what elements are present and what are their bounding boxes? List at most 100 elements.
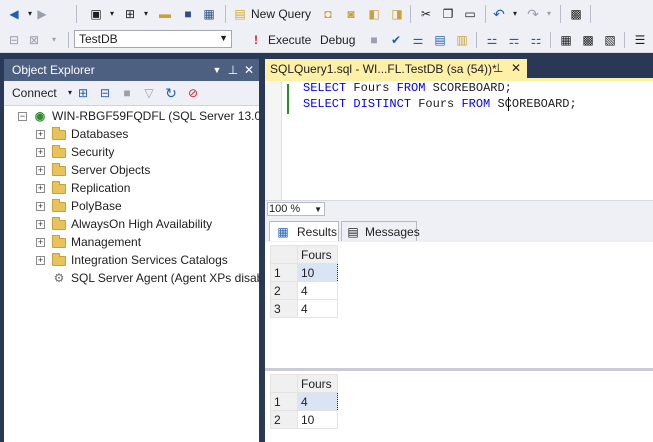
tab-title: SQLQuery1.sql - WI...FL.TestDB (sa (54))… (270, 62, 497, 76)
cell-value[interactable]: 10 (297, 410, 338, 429)
intellisense-icon[interactable]: ▥ (454, 32, 470, 48)
cell-value[interactable]: 4 (297, 299, 338, 318)
redo-dropdown-icon[interactable]: ▾ (541, 6, 557, 22)
forward-icon[interactable]: ▶ (34, 6, 50, 22)
folder-icon (52, 181, 66, 194)
tree-node-replication[interactable]: + Replication (4, 179, 259, 197)
stop-icon[interactable]: ■ (366, 32, 382, 48)
results-tabbar: ▦ Results ▤ Messages (265, 218, 653, 243)
expand-icon[interactable]: + (36, 184, 45, 193)
open-file-icon[interactable]: ▬ (157, 6, 173, 22)
redo-icon[interactable]: ↷ (525, 6, 541, 22)
cell-value[interactable]: 4 (297, 281, 338, 300)
connect-icon[interactable]: ⊟ (6, 32, 22, 48)
tree-node-alwayson[interactable]: + AlwaysOn High Availability (4, 215, 259, 233)
tree-node-security[interactable]: + Security (4, 143, 259, 161)
copy-icon[interactable]: ❐ (440, 6, 456, 22)
connect-explorer-icon[interactable]: ⊞ (75, 85, 91, 101)
table-row[interactable]: 3 4 (270, 299, 338, 318)
messages-icon: ▤ (347, 225, 359, 239)
back-icon[interactable]: ◀ (6, 6, 22, 22)
save-all-icon[interactable]: ▦ (201, 6, 217, 22)
folder-icon (52, 217, 66, 230)
comment-lines-icon[interactable]: ☰ (632, 32, 648, 48)
close-icon[interactable]: ✕ (241, 62, 257, 78)
tab-sqlquery1[interactable]: SQLQuery1.sql - WI...FL.TestDB (sa (54))… (265, 59, 527, 78)
new-query-label: New Query (251, 7, 312, 21)
collapse-icon[interactable]: − (18, 112, 27, 121)
expand-icon[interactable]: + (36, 220, 45, 229)
display-plan-icon[interactable]: ⚌ (410, 32, 426, 48)
results-grid-1: Fours 1 10 2 4 3 4 (270, 245, 338, 318)
save-icon[interactable]: ■ (180, 6, 196, 22)
expand-icon[interactable]: + (36, 148, 45, 157)
close-icon[interactable]: ✕ (511, 61, 521, 75)
undo-icon[interactable]: ↶ (491, 6, 507, 22)
cut-icon[interactable]: ✂ (418, 6, 434, 22)
expand-icon[interactable]: + (36, 166, 45, 175)
disconnect-icon[interactable]: ⊟ (97, 85, 113, 101)
database-select[interactable]: TestDB ▼ (74, 30, 232, 48)
execute-button[interactable]: ! Execute (248, 30, 314, 50)
expand-icon[interactable]: + (36, 256, 45, 265)
new-project-icon[interactable]: ▣ (88, 6, 104, 22)
grid-corner (270, 245, 298, 264)
expand-icon[interactable]: + (36, 238, 45, 247)
new-query-button[interactable]: ▤ New Query (230, 5, 314, 23)
connect-dropdown-button[interactable]: Connect ▾ (8, 85, 72, 101)
add-item-icon[interactable]: ⊞ (122, 6, 138, 22)
change-connection-icon[interactable]: ⊠ (26, 32, 42, 48)
add-item-dropdown-icon[interactable]: ▾ (138, 6, 154, 22)
debug-button[interactable]: Debug (318, 30, 360, 50)
table-row[interactable]: 2 10 (270, 410, 338, 429)
stop-icon[interactable]: ■ (119, 85, 135, 101)
table-row[interactable]: 1 4 (270, 392, 338, 411)
table-row[interactable]: 2 4 (270, 281, 338, 300)
tree-server-node[interactable]: − ◉ WIN-RBGF59FQDFL (SQL Server 13.0.16 (4, 107, 278, 125)
tree-node-server-objects[interactable]: + Server Objects (4, 161, 259, 179)
pin-icon[interactable]: ⊥ (493, 61, 503, 75)
client-stats-icon[interactable]: ⚏ (528, 32, 544, 48)
activity-monitor-icon[interactable]: ▩ (568, 6, 584, 22)
include-plan-icon[interactable]: ⚍ (484, 32, 500, 48)
tree-node-label: Replication (71, 181, 131, 195)
expand-icon[interactable]: + (36, 130, 45, 139)
results-to-text-icon[interactable]: ▦ (558, 32, 574, 48)
paste-icon[interactable]: ▭ (462, 6, 478, 22)
tree-node-sql-agent[interactable]: ⚙ SQL Server Agent (Agent XPs disabl (4, 269, 266, 287)
activity-monitor-icon[interactable]: ⊘ (185, 85, 201, 101)
table-row[interactable]: 1 10 (270, 263, 338, 282)
chevron-down-icon: ▼ (219, 33, 228, 43)
parse-check-icon[interactable]: ✔ (388, 32, 404, 48)
tab-results[interactable]: ▦ Results (269, 221, 339, 241)
expand-icon[interactable]: + (36, 202, 45, 211)
database-engine-query-icon[interactable]: ◘ (320, 6, 336, 22)
cell-value[interactable]: 4 (297, 392, 338, 411)
tree-node-databases[interactable]: + Databases (4, 125, 259, 143)
analysis-query-icon[interactable]: ◙ (343, 6, 359, 22)
tree-node-polybase[interactable]: + PolyBase (4, 197, 259, 215)
tree-node-label: Server Objects (71, 163, 151, 177)
results-to-file-icon[interactable]: ▧ (602, 32, 618, 48)
tab-messages[interactable]: ▤ Messages (341, 221, 420, 241)
tree-node-label: Management (71, 235, 142, 249)
undo-dropdown-icon[interactable]: ▾ (507, 6, 523, 22)
refresh-icon[interactable]: ↻ (163, 85, 179, 101)
query-designer-icon[interactable]: ▤ (432, 32, 448, 48)
live-stats-icon[interactable]: ⚎ (506, 32, 522, 48)
zoom-select[interactable]: 100 % ▼ (267, 202, 325, 216)
column-header[interactable]: Fours (297, 245, 338, 264)
cell-value[interactable]: 10 (297, 263, 338, 282)
xmla-query-icon[interactable]: ◨ (389, 6, 405, 22)
new-project-dropdown-icon[interactable]: ▾ (104, 6, 120, 22)
code-line-2: SELECT DISTINCT Fours FROM SCOREBOARD; (303, 97, 577, 111)
tree-node-integration-services[interactable]: + Integration Services Catalogs (4, 251, 259, 269)
column-header[interactable]: Fours (297, 374, 338, 393)
connection-dropdown-icon[interactable]: ▾ (46, 32, 62, 48)
window-position-dropdown-icon[interactable]: ▼ (209, 62, 225, 78)
pin-icon[interactable]: ⊥ (225, 62, 241, 78)
dmx-query-icon[interactable]: ◧ (366, 6, 382, 22)
filter-icon[interactable]: ▽ (141, 85, 157, 101)
results-to-grid-icon[interactable]: ▩ (580, 32, 596, 48)
tree-node-management[interactable]: + Management (4, 233, 259, 251)
